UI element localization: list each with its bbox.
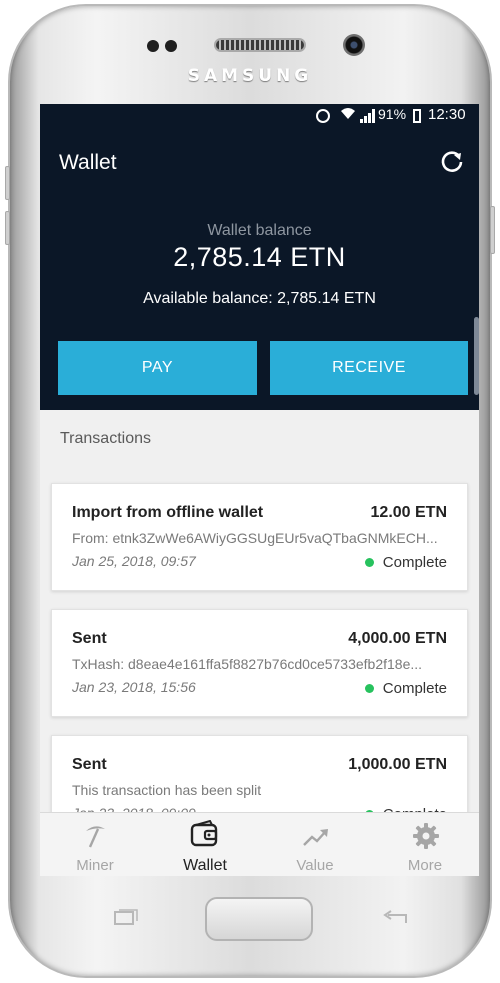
transaction-card[interactable]: Import from offline wallet 12.00 ETN Fro… (51, 483, 468, 591)
wallet-icon (190, 820, 218, 847)
receive-button[interactable]: RECEIVE (270, 341, 468, 395)
status-label: Complete (382, 680, 447, 697)
nav-item-miner[interactable]: Miner (40, 813, 150, 876)
available-balance: Available balance: 2,785.14 ETN (143, 290, 376, 307)
nav-item-value[interactable]: Value (260, 813, 370, 876)
transaction-title: Sent (72, 630, 107, 647)
status-badge: Complete (364, 554, 447, 571)
light-sensor (165, 40, 177, 52)
transaction-amount: 1,000.00 ETN (348, 756, 447, 773)
refresh-icon[interactable] (440, 150, 464, 174)
clock: 12:30 (428, 106, 466, 123)
wallet-header: 91% 12:30 Wallet Wallet balance 2,785.14… (40, 104, 479, 410)
balance-value: 2,785.14 ETN (173, 242, 346, 272)
status-bar: 91% 12:30 (40, 104, 479, 126)
status-badge: Complete (364, 680, 447, 697)
scrollbar[interactable] (474, 317, 479, 395)
transactions-heading: Transactions (60, 430, 151, 447)
balance-label: Wallet balance (207, 222, 312, 239)
nav-item-more[interactable]: More (370, 813, 479, 876)
transaction-detail: TxHash: d8eae4e161ffa5f8827b76cd0ce5733e… (72, 656, 423, 672)
nav-label: Miner (76, 857, 114, 874)
home-key[interactable] (205, 897, 313, 941)
nav-label: Wallet (183, 857, 227, 874)
phone-frame: SAMSUNG 91% 12:30 Wallet Wallet balance (5, 4, 495, 978)
recent-apps-key[interactable] (114, 909, 138, 925)
signal-icon (360, 109, 375, 123)
front-camera (343, 34, 365, 56)
pickaxe-icon (86, 826, 105, 848)
transaction-detail: This transaction has been split (72, 782, 262, 798)
battery-percent: 91% (378, 106, 407, 122)
app-screen: 91% 12:30 Wallet Wallet balance 2,785.14… (40, 104, 479, 876)
transaction-detail: From: etnk3ZwWe6AWiyGGSUgEUr5vaQTbaGNMkE… (72, 530, 438, 546)
proximity-sensor (147, 40, 159, 52)
transaction-amount: 12.00 ETN (370, 504, 447, 521)
page-title: Wallet (59, 151, 117, 174)
nav-label: More (407, 857, 443, 874)
bottom-navigation: Miner Wallet Value More (40, 812, 479, 876)
transaction-date: Jan 23, 2018, 15:56 (72, 679, 196, 695)
status-dot-icon (364, 684, 374, 693)
status-dot-icon (364, 558, 374, 567)
volume-down-key[interactable] (5, 211, 10, 245)
battery-icon (413, 109, 421, 123)
transaction-amount: 4,000.00 ETN (348, 630, 447, 647)
power-key[interactable] (490, 206, 495, 254)
status-label: Complete (382, 554, 447, 571)
volume-up-key[interactable] (5, 166, 10, 200)
gear-icon (413, 823, 439, 849)
alarm-icon (316, 109, 330, 123)
nav-item-wallet[interactable]: Wallet (150, 813, 260, 876)
transaction-title: Sent (72, 756, 107, 773)
earpiece-speaker (214, 38, 306, 52)
wifi-icon (340, 106, 356, 123)
back-key[interactable] (382, 909, 408, 925)
pay-button[interactable]: PAY (58, 341, 257, 395)
trend-icon (303, 829, 328, 846)
transaction-card[interactable]: Sent 4,000.00 ETN TxHash: d8eae4e161ffa5… (51, 609, 468, 717)
nav-label: Value (296, 857, 334, 874)
transaction-title: Import from offline wallet (72, 504, 264, 521)
transaction-date: Jan 25, 2018, 09:57 (72, 553, 196, 569)
brand-logo: SAMSUNG (187, 66, 313, 86)
